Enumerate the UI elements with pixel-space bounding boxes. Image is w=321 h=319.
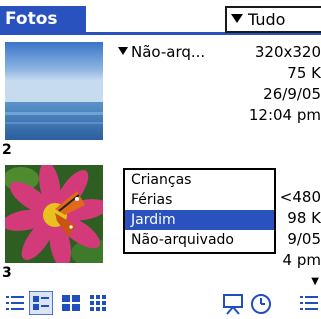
photo-index: 2: [2, 142, 12, 158]
thumbnail-small-icon[interactable]: [88, 293, 110, 313]
photo-category-value: Não-arq...: [131, 43, 206, 61]
photo-category[interactable]: Não-arq...: [118, 42, 205, 63]
photo-dimensions: 320x320: [254, 43, 321, 61]
popup-item-criancas[interactable]: Crianças: [125, 170, 274, 190]
photo-time: 4 pm: [282, 251, 321, 269]
bottom-toolbar: [0, 287, 321, 319]
butterfly-photo-image: [5, 165, 103, 263]
photo-details-partial: <480 98 K 9/05 4 pm: [276, 187, 321, 271]
list-view-icon[interactable]: [4, 293, 26, 313]
photo-details: 320x320 75 K 26/9/05 12:04 pm: [231, 42, 321, 126]
clock-icon[interactable]: [249, 292, 273, 316]
photo-size: 75 K: [287, 64, 321, 82]
photo-thumbnail-beach[interactable]: [5, 42, 103, 140]
chevron-down-icon: [118, 46, 128, 55]
scroll-down-arrow-icon[interactable]: ▼: [311, 276, 319, 287]
photo-index: 3: [2, 265, 12, 281]
chevron-down-icon: [231, 14, 243, 23]
menu-icon[interactable]: [298, 293, 320, 313]
popup-item-ferias[interactable]: Férias: [125, 190, 274, 210]
title-bar: Fotos Tudo: [0, 0, 321, 35]
photo-thumbnail-butterfly[interactable]: [5, 165, 103, 263]
photo-dimensions: <480: [279, 188, 321, 206]
popup-item-nao-arquivado[interactable]: Não-arquivado: [125, 230, 274, 250]
detail-view-icon[interactable]: [29, 291, 53, 315]
category-dropdown[interactable]: Tudo: [225, 6, 321, 33]
slideshow-icon[interactable]: [221, 293, 245, 315]
beach-photo-image: [5, 42, 103, 140]
photo-date: 9/05: [287, 230, 321, 248]
photo-date: 26/9/05: [263, 85, 321, 103]
thumbnail-large-icon[interactable]: [60, 293, 82, 313]
category-popup-list[interactable]: Crianças Férias Jardim Não-arquivado: [123, 168, 276, 254]
photo-size: 98 K: [287, 209, 321, 227]
photo-time: 12:04 pm: [248, 106, 321, 124]
app-title[interactable]: Fotos: [0, 6, 86, 33]
category-dropdown-value: Tudo: [248, 10, 286, 29]
popup-item-jardim[interactable]: Jardim: [125, 210, 274, 230]
